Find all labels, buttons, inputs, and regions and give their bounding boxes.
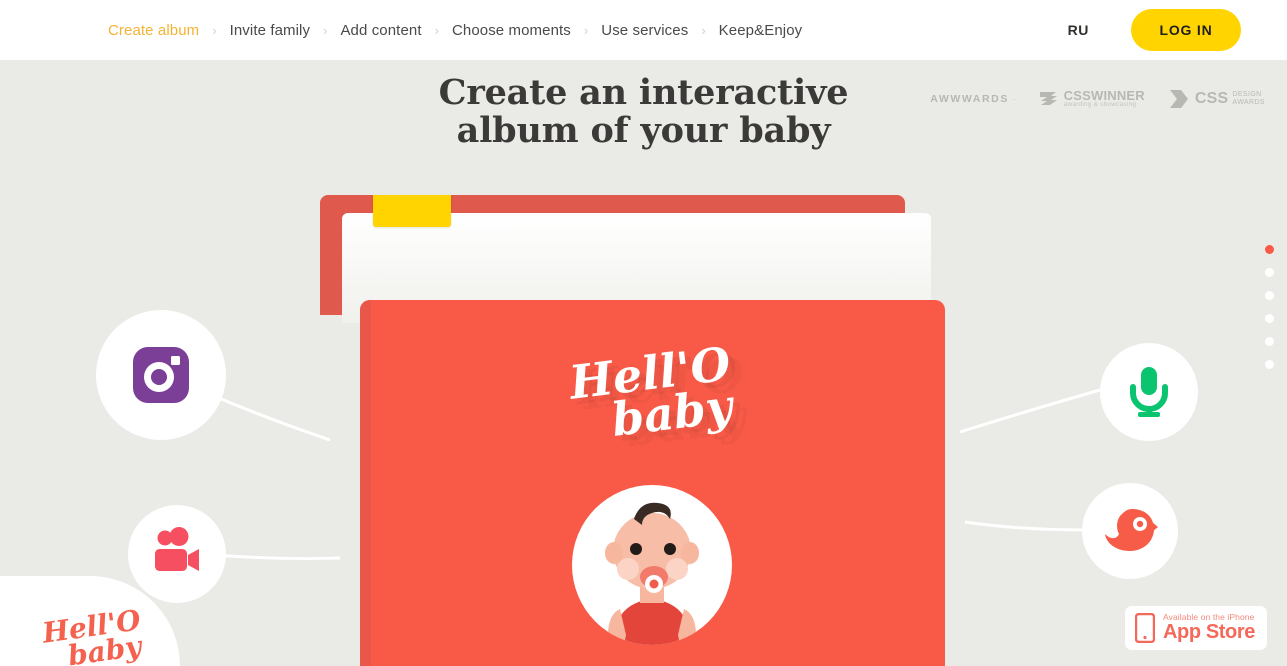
hero-stage: Create an interactive album of your baby… <box>0 60 1287 666</box>
app-store-subtitle: Available on the iPhone <box>1163 611 1255 622</box>
breadcrumb-item-keep-enjoy[interactable]: Keep&Enjoy <box>719 22 803 39</box>
app-store-title: App Store <box>1163 621 1255 644</box>
cssda-chevron-icon <box>1169 90 1188 108</box>
album-spine <box>360 300 371 666</box>
iphone-icon <box>1135 613 1155 643</box>
top-navigation-bar: Create album › Invite family › Add content › C… <box>0 0 1287 60</box>
baby-illustration-icon <box>605 502 699 645</box>
bubble-instagram[interactable] <box>96 310 226 440</box>
top-bar-right-actions: RU LOG IN <box>1068 0 1287 60</box>
cssda-sub-text: DESIGN AWARDS <box>1232 91 1265 107</box>
breadcrumb-item-use-services[interactable]: Use services <box>601 22 688 39</box>
album-bookmark-tab <box>373 195 451 227</box>
csswinner-ribbon-icon <box>1039 91 1057 105</box>
pagination-dot-3[interactable] <box>1265 291 1274 300</box>
breadcrumb-separator-icon: › <box>701 22 706 38</box>
microphone-icon <box>1130 367 1168 417</box>
breadcrumb: Create album › Invite family › Add content › C… <box>108 22 802 39</box>
headline-line-2: album of your baby <box>456 110 831 151</box>
award-css-design-awards: CSS DESIGN AWARDS <box>1167 88 1265 110</box>
pagination-dot-1[interactable] <box>1265 245 1274 254</box>
pagination-dot-2[interactable] <box>1265 268 1274 277</box>
breadcrumb-separator-icon: › <box>434 22 439 38</box>
breadcrumb-separator-icon: › <box>212 22 217 38</box>
csswinner-main-label: CSSWINNER <box>1063 87 1145 103</box>
breadcrumb-item-choose-moments[interactable]: Choose moments <box>452 22 571 39</box>
awwwards-label: AWWWARDS <box>930 93 1009 105</box>
breadcrumb-separator-icon: › <box>323 22 328 38</box>
award-csswinner: CSSWINNER awarding & showcasing <box>1038 89 1145 109</box>
bubble-video-camera[interactable] <box>128 505 226 603</box>
breadcrumb-item-invite-family[interactable]: Invite family <box>230 22 311 39</box>
album-front-cover: Hell'O baby <box>360 300 945 666</box>
pagination-dot-4[interactable] <box>1265 314 1274 323</box>
award-awwwards: AWWWARDS · <box>930 93 1015 105</box>
app-store-badge[interactable]: Available on the iPhone App Store <box>1125 606 1267 650</box>
language-switch-ru[interactable]: RU <box>1068 22 1089 38</box>
breadcrumb-item-create-album[interactable]: Create album <box>108 22 199 39</box>
app-store-text: Available on the iPhone App Store <box>1163 613 1255 644</box>
breadcrumb-separator-icon: › <box>583 22 589 38</box>
award-badges: AWWWARDS · CSSWINNER awarding & showcasi… <box>930 88 1265 110</box>
csswinner-sub-label: awarding & showcasing <box>1063 101 1137 109</box>
album-card: Hell'O baby <box>320 195 945 666</box>
page-title: Create an interactive album of your baby <box>0 74 1287 150</box>
pagination-dot-6[interactable] <box>1265 360 1274 369</box>
section-pagination <box>1265 245 1274 369</box>
headline-line-1: Create an interactive <box>438 72 849 113</box>
album-brand-logo: Hell'O baby <box>357 317 948 472</box>
bird-icon <box>1105 509 1158 551</box>
pagination-dot-5[interactable] <box>1265 337 1274 346</box>
cssda-main-label: CSS <box>1194 90 1229 107</box>
csswinner-text: CSSWINNER awarding & showcasing <box>1064 89 1145 109</box>
baby-avatar <box>572 485 732 645</box>
cssda-sub-label-1: DESIGN <box>1232 91 1262 98</box>
awwwards-dot-icon: · <box>1012 94 1016 104</box>
instagram-icon <box>133 347 189 403</box>
video-camera-icon <box>155 527 199 571</box>
bubble-microphone[interactable] <box>1100 343 1198 441</box>
login-button[interactable]: LOG IN <box>1131 9 1241 51</box>
breadcrumb-item-add-content[interactable]: Add content <box>340 22 421 39</box>
cssda-sub-label-2: AWARDS <box>1232 99 1265 106</box>
bubble-bird[interactable] <box>1082 483 1178 579</box>
